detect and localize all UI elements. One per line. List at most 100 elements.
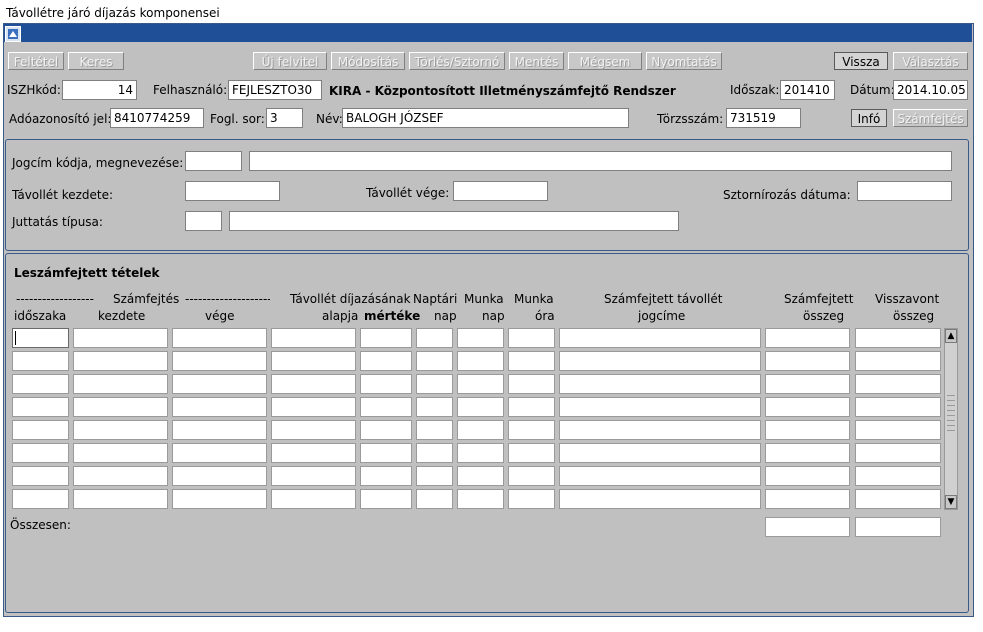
- cell-naptari-nap[interactable]: [416, 466, 453, 486]
- jogcim-nev-field[interactable]: [249, 151, 952, 171]
- cell-munka-nap[interactable]: [457, 328, 504, 348]
- cell-munka-ora[interactable]: [508, 397, 555, 417]
- cell-idoszaka[interactable]: [12, 489, 69, 509]
- vissza-button[interactable]: Vissza: [834, 52, 888, 70]
- cell-merteke[interactable]: [360, 420, 412, 440]
- adoazonosito-field[interactable]: 8410774259: [110, 108, 204, 128]
- valasztas-button[interactable]: Választás: [893, 52, 968, 70]
- cell-kezdete[interactable]: [73, 489, 168, 509]
- cell-naptari-nap[interactable]: [416, 351, 453, 371]
- cell-merteke[interactable]: [360, 443, 412, 463]
- feltetel-button[interactable]: Feltétel: [8, 52, 64, 70]
- cell-alapja[interactable]: [271, 351, 356, 371]
- cell-szamfejtett-osszeg[interactable]: [765, 374, 850, 394]
- cell-alapja[interactable]: [271, 466, 356, 486]
- cell-naptari-nap[interactable]: [416, 420, 453, 440]
- cell-naptari-nap[interactable]: [416, 397, 453, 417]
- cell-vege[interactable]: [172, 443, 267, 463]
- cell-jogcim[interactable]: [559, 466, 761, 486]
- szamfejtes-button[interactable]: Számfejtés: [893, 109, 968, 127]
- cell-merteke[interactable]: [360, 397, 412, 417]
- cell-naptari-nap[interactable]: [416, 443, 453, 463]
- uj-felvitel-button[interactable]: Új felvitel: [253, 52, 327, 70]
- cell-idoszaka[interactable]: [12, 420, 69, 440]
- cell-jogcim[interactable]: [559, 489, 761, 509]
- cell-jogcim[interactable]: [559, 374, 761, 394]
- cell-munka-ora[interactable]: [508, 466, 555, 486]
- sztorno-datum-field[interactable]: [857, 181, 952, 201]
- cell-visszavont-osszeg[interactable]: [855, 351, 941, 371]
- cell-kezdete[interactable]: [73, 328, 168, 348]
- megsem-button[interactable]: Mégsem: [568, 52, 642, 70]
- cell-merteke[interactable]: [360, 351, 412, 371]
- cell-munka-ora[interactable]: [508, 328, 555, 348]
- cell-munka-nap[interactable]: [457, 443, 504, 463]
- cell-idoszaka[interactable]: [12, 351, 69, 371]
- cell-alapja[interactable]: [271, 328, 356, 348]
- total-szamfejtett-field[interactable]: [765, 517, 850, 537]
- torles-sztorno-button[interactable]: Törlés/Sztornó: [409, 52, 505, 70]
- idoszak-field[interactable]: 201410: [780, 80, 835, 100]
- keres-button[interactable]: Keres: [68, 52, 124, 70]
- nev-field[interactable]: BALOGH JÓZSEF: [342, 108, 629, 128]
- torzsszam-field[interactable]: 731519: [726, 108, 801, 128]
- mentes-button[interactable]: Mentés: [509, 52, 564, 70]
- cell-munka-nap[interactable]: [457, 489, 504, 509]
- cell-vege[interactable]: [172, 420, 267, 440]
- cell-alapja[interactable]: [271, 443, 356, 463]
- cell-naptari-nap[interactable]: [416, 328, 453, 348]
- cell-munka-nap[interactable]: [457, 466, 504, 486]
- cell-kezdete[interactable]: [73, 466, 168, 486]
- cell-szamfejtett-osszeg[interactable]: [765, 420, 850, 440]
- cell-munka-nap[interactable]: [457, 374, 504, 394]
- cell-jogcim[interactable]: [559, 351, 761, 371]
- cell-vege[interactable]: [172, 397, 267, 417]
- cell-munka-ora[interactable]: [508, 489, 555, 509]
- cell-visszavont-osszeg[interactable]: [855, 420, 941, 440]
- datum-field[interactable]: 2014.10.05.: [893, 80, 968, 100]
- nyomtatas-button[interactable]: Nyomtatás: [646, 52, 722, 70]
- cell-vege[interactable]: [172, 328, 267, 348]
- cell-visszavont-osszeg[interactable]: [855, 466, 941, 486]
- cell-munka-ora[interactable]: [508, 420, 555, 440]
- fogl-sor-field[interactable]: 3: [266, 108, 303, 128]
- cell-munka-ora[interactable]: [508, 351, 555, 371]
- cell-jogcim[interactable]: [559, 420, 761, 440]
- cell-jogcim[interactable]: [559, 328, 761, 348]
- tavollet-vege-field[interactable]: [453, 181, 548, 201]
- cell-alapja[interactable]: [271, 420, 356, 440]
- cell-merteke[interactable]: [360, 466, 412, 486]
- total-visszavont-field[interactable]: [855, 517, 941, 537]
- juttatas-kod-field[interactable]: [185, 211, 222, 231]
- cell-visszavont-osszeg[interactable]: [855, 489, 941, 509]
- cell-szamfejtett-osszeg[interactable]: [765, 351, 850, 371]
- cell-kezdete[interactable]: [73, 420, 168, 440]
- scroll-grip-icon[interactable]: [947, 395, 955, 435]
- cell-munka-nap[interactable]: [457, 397, 504, 417]
- cell-visszavont-osszeg[interactable]: [855, 397, 941, 417]
- cell-kezdete[interactable]: [73, 443, 168, 463]
- cell-kezdete[interactable]: [73, 351, 168, 371]
- cell-naptari-nap[interactable]: [416, 374, 453, 394]
- cell-kezdete[interactable]: [73, 374, 168, 394]
- cell-munka-nap[interactable]: [457, 351, 504, 371]
- cell-visszavont-osszeg[interactable]: [855, 328, 941, 348]
- modositas-button[interactable]: Módosítás: [331, 52, 405, 70]
- cell-vege[interactable]: [172, 374, 267, 394]
- cell-alapja[interactable]: [271, 374, 356, 394]
- cell-vege[interactable]: [172, 466, 267, 486]
- juttatas-nev-field[interactable]: [229, 211, 679, 231]
- jogcim-kod-field[interactable]: [185, 151, 242, 171]
- cell-kezdete[interactable]: [73, 397, 168, 417]
- info-button[interactable]: Infó: [851, 109, 887, 127]
- cell-szamfejtett-osszeg[interactable]: [765, 443, 850, 463]
- cell-idoszaka[interactable]: [12, 443, 69, 463]
- cell-munka-ora[interactable]: [508, 374, 555, 394]
- items-scrollbar[interactable]: ▲ ▼: [944, 328, 958, 510]
- scroll-up-icon[interactable]: ▲: [945, 329, 957, 343]
- cell-merteke[interactable]: [360, 328, 412, 348]
- cell-visszavont-osszeg[interactable]: [855, 374, 941, 394]
- cell-naptari-nap[interactable]: [416, 489, 453, 509]
- cell-jogcim[interactable]: [559, 397, 761, 417]
- cell-visszavont-osszeg[interactable]: [855, 443, 941, 463]
